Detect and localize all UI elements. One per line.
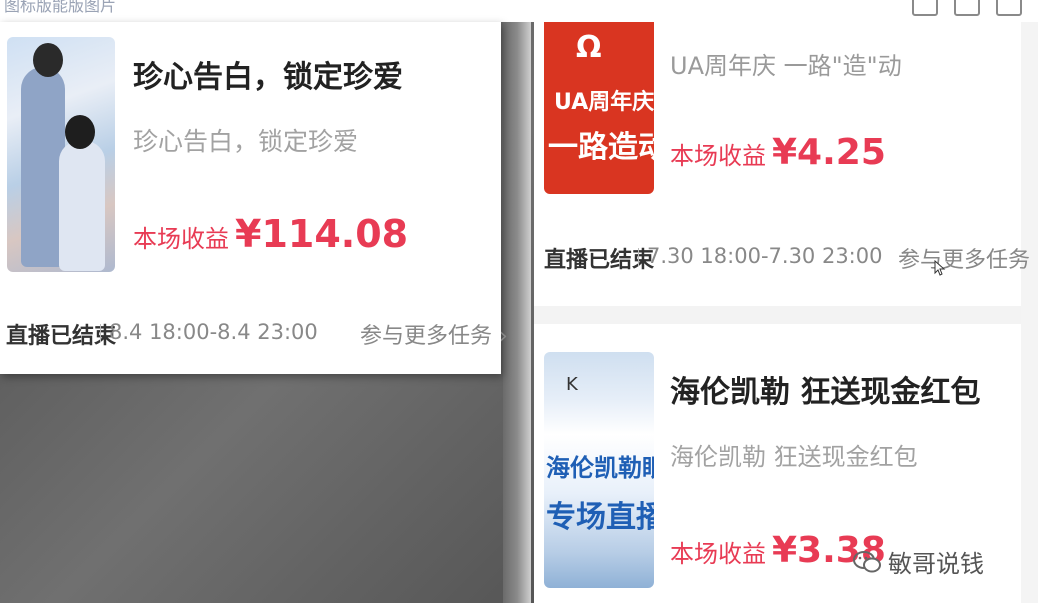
right-edge: [1021, 22, 1038, 603]
poster-line2: 专场直播: [546, 500, 654, 535]
window-titlebar: 图标版能版图片: [0, 0, 1038, 22]
more-tasks-link[interactable]: 参与更多任务 ›: [898, 242, 1038, 274]
minimize-icon[interactable]: [912, 0, 938, 16]
close-icon[interactable]: [996, 0, 1022, 16]
task-list-panel: Ω UA周年庆 一路造动 UA周年庆 一路"造"动 本场收益 ¥4.25 直播已结…: [534, 22, 1038, 603]
task-title: 海伦凯勒 狂送现金红包: [670, 375, 981, 410]
task-title: 珍心告白，锁定珍爱: [133, 60, 403, 95]
task-subtitle: 海伦凯勒 狂送现金红包: [670, 443, 918, 471]
task-title: UA周年庆 一路"造"动: [670, 52, 902, 80]
list-divider: [534, 306, 1021, 324]
poster-image: K 海伦凯勒眼镜 专场直播: [544, 352, 654, 588]
watermark-text: 敏哥说钱: [888, 550, 984, 578]
earnings-value: ¥114.08: [235, 212, 409, 256]
time-range: 7.30 18:00-7.30 23:00: [638, 244, 882, 268]
more-tasks-link[interactable]: 参与更多任务 ›: [360, 318, 508, 350]
poster-line1: 海伦凯勒眼镜: [546, 454, 654, 482]
maximize-icon[interactable]: [954, 0, 980, 16]
earnings-value: ¥4.25: [772, 132, 886, 173]
task-subtitle: 珍心告白，锁定珍爱: [133, 127, 359, 156]
window-title: 图标版能版图片: [4, 0, 117, 15]
time-range-text: 7.30 18:00-7.30 23:00: [647, 244, 883, 268]
ua-logo-icon: Ω: [576, 30, 602, 65]
mouse-cursor-icon: [934, 260, 946, 276]
wechat-icon: [853, 550, 881, 572]
earnings-label: 本场收益: [670, 142, 766, 170]
poster-image: Ω UA周年庆 一路造动: [544, 22, 654, 194]
poster-text: 一路造动: [548, 130, 654, 165]
poster-brand: K: [566, 374, 578, 395]
earnings: 本场收益 ¥4.25: [670, 132, 886, 173]
earnings-label: 本场收益: [133, 225, 229, 253]
earnings-label: 本场收益: [670, 540, 766, 568]
time-range: 8.4 18:00-8.4 23:00: [100, 320, 318, 344]
watermark: 敏哥说钱: [852, 544, 984, 579]
task-card-popup[interactable]: 珍心告白，锁定珍爱 珍心告白，锁定珍爱 本场收益 ¥114.08 直播已结束 8.…: [0, 22, 508, 374]
panel-gap: [503, 22, 531, 603]
poster-image: [7, 37, 115, 272]
earnings: 本场收益 ¥114.08: [133, 212, 408, 256]
time-range-text: 8.4 18:00-8.4 23:00: [109, 320, 318, 344]
poster-logo-text: UA周年庆: [554, 90, 654, 115]
